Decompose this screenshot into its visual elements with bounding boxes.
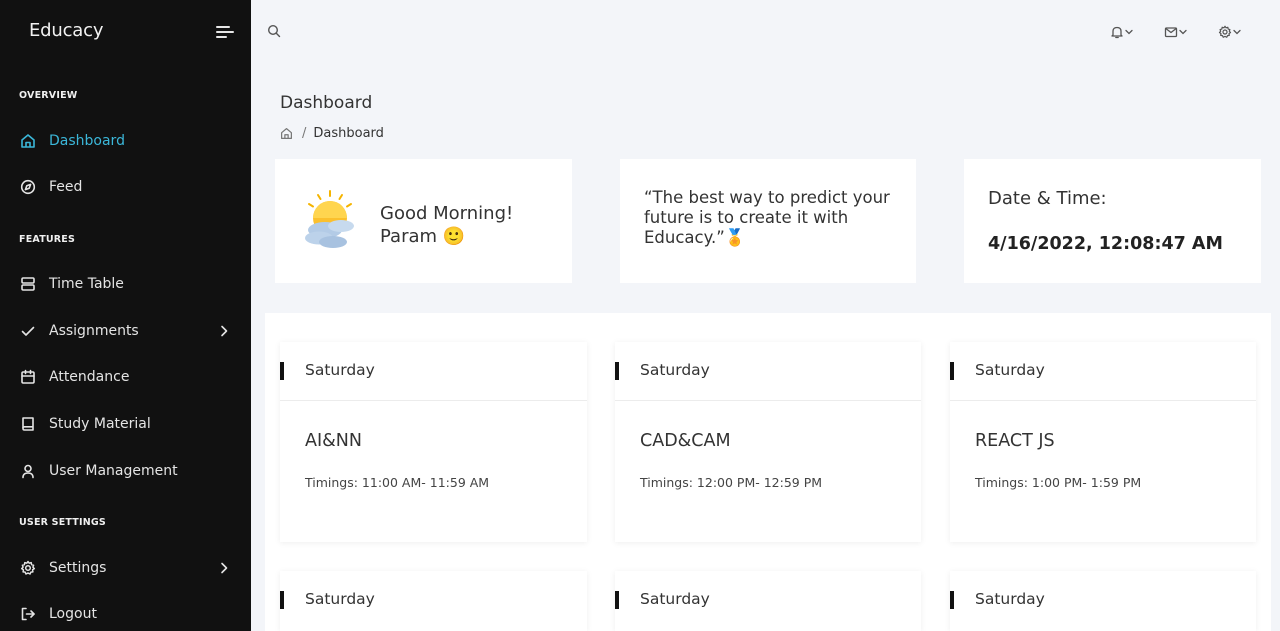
sidebar-item-label: Dashboard <box>49 133 125 149</box>
breadcrumb-current: Dashboard <box>313 126 384 141</box>
sidebar-item-logout[interactable]: Logout <box>0 596 251 631</box>
sidebar-item-label: Attendance <box>49 369 130 385</box>
divider <box>615 400 921 401</box>
sidebar-item-label: Assignments <box>49 323 139 339</box>
datetime-label: Date & Time: <box>988 188 1107 209</box>
section-title-user-settings: USER SETTINGS <box>19 517 106 528</box>
schedule-day: Saturday <box>975 590 1045 608</box>
sidebar-item-label: Logout <box>49 606 97 622</box>
logout-icon <box>21 607 35 621</box>
schedule-subject: REACT JS <box>975 431 1055 451</box>
sidebar-item-label: Time Table <box>49 276 124 292</box>
sidebar-item-feed[interactable]: Feed <box>0 169 251 205</box>
greeting-text: Good Morning! Param 🙂 <box>380 202 513 248</box>
sidebar-item-user-management[interactable]: User Management <box>0 453 251 489</box>
breadcrumb-separator: / <box>302 126 307 141</box>
day-marker <box>950 591 954 609</box>
schedule-card[interactable]: Saturday <box>615 571 921 631</box>
weather-sun-cloud-icon <box>305 190 354 248</box>
schedule-day: Saturday <box>640 590 710 608</box>
sidebar-item-label: Settings <box>49 560 107 576</box>
day-marker <box>615 362 619 380</box>
quote-text: “The best way to predict your future is … <box>644 188 904 248</box>
sidebar-item-attendance[interactable]: Attendance <box>0 359 251 395</box>
gear-icon <box>1218 25 1232 38</box>
datetime-card: Date & Time: 4/16/2022, 12:08:47 AM <box>964 159 1261 283</box>
chevron-right-icon <box>221 325 228 337</box>
schedule-subject: CAD&CAM <box>640 431 731 451</box>
chevron-down-icon <box>1125 29 1133 35</box>
menu-toggle-icon[interactable] <box>216 24 234 40</box>
datetime-value: 4/16/2022, 12:08:47 AM <box>988 234 1223 254</box>
day-marker <box>950 362 954 380</box>
day-marker <box>280 591 284 609</box>
divider <box>280 400 587 401</box>
schedule-card[interactable]: Saturday CAD&CAM Timings: 12:00 PM- 12:5… <box>615 342 921 542</box>
sidebar-item-label: Study Material <box>49 416 151 432</box>
schedule-card[interactable]: Saturday <box>950 571 1256 631</box>
check-icon <box>21 326 35 336</box>
sidebar: Educacy OVERVIEW Dashboard Feed FEATURES… <box>0 0 251 631</box>
sidebar-item-label: Feed <box>49 179 83 195</box>
sidebar-item-dashboard[interactable]: Dashboard <box>0 123 251 159</box>
schedule-card[interactable]: Saturday REACT JS Timings: 1:00 PM- 1:59… <box>950 342 1256 542</box>
sidebar-item-assignments[interactable]: Assignments <box>0 313 251 349</box>
breadcrumb: / Dashboard <box>280 126 384 141</box>
schedule-timing: Timings: 11:00 AM- 11:59 AM <box>305 475 490 490</box>
schedule-day: Saturday <box>305 361 375 379</box>
schedule-subject: AI&NN <box>305 431 362 451</box>
section-title-features: FEATURES <box>19 234 76 245</box>
chevron-down-icon <box>1233 29 1241 35</box>
sidebar-item-time-table[interactable]: Time Table <box>0 266 251 302</box>
calendar-icon <box>21 369 35 384</box>
schedule-day: Saturday <box>975 361 1045 379</box>
sidebar-item-study-material[interactable]: Study Material <box>0 406 251 442</box>
greeting-line: Good Morning! <box>380 203 514 224</box>
home-icon[interactable] <box>280 127 293 140</box>
greeting-card: Good Morning! Param 🙂 <box>275 159 572 283</box>
section-title-overview: OVERVIEW <box>19 90 78 101</box>
schedule-panel: Saturday AI&NN Timings: 11:00 AM- 11:59 … <box>265 313 1271 631</box>
mail-icon <box>1164 27 1178 38</box>
server-icon <box>21 277 35 291</box>
messages-button[interactable] <box>1164 24 1188 40</box>
day-marker <box>615 591 619 609</box>
bell-icon <box>1111 26 1123 39</box>
user-name: Param <box>380 226 438 247</box>
book-icon <box>22 417 34 431</box>
search-icon[interactable] <box>267 24 281 38</box>
brand-logo[interactable]: Educacy <box>29 20 103 41</box>
smile-emoji: 🙂 <box>442 226 466 247</box>
schedule-day: Saturday <box>305 590 375 608</box>
sidebar-item-settings[interactable]: Settings <box>0 550 251 586</box>
schedule-timing: Timings: 12:00 PM- 12:59 PM <box>640 475 823 490</box>
settings-button[interactable] <box>1218 24 1242 40</box>
compass-icon <box>20 179 36 195</box>
page-title: Dashboard <box>280 93 373 113</box>
divider <box>950 400 1256 401</box>
chevron-down-icon <box>1179 29 1187 35</box>
quote-card: “The best way to predict your future is … <box>620 159 916 283</box>
user-icon <box>22 464 34 479</box>
sidebar-item-label: User Management <box>49 463 178 479</box>
schedule-card[interactable]: Saturday <box>280 571 587 631</box>
schedule-timing: Timings: 1:00 PM- 1:59 PM <box>975 475 1142 490</box>
top-bar <box>251 0 1280 64</box>
chevron-right-icon <box>221 562 228 574</box>
gear-icon <box>20 560 36 575</box>
notifications-button[interactable] <box>1110 24 1134 40</box>
day-marker <box>280 362 284 380</box>
schedule-day: Saturday <box>640 361 710 379</box>
quote-body: “The best way to predict your future is … <box>644 188 890 247</box>
medal-emoji: 🏅 <box>724 228 746 247</box>
home-icon <box>21 134 35 148</box>
schedule-card[interactable]: Saturday AI&NN Timings: 11:00 AM- 11:59 … <box>280 342 587 542</box>
